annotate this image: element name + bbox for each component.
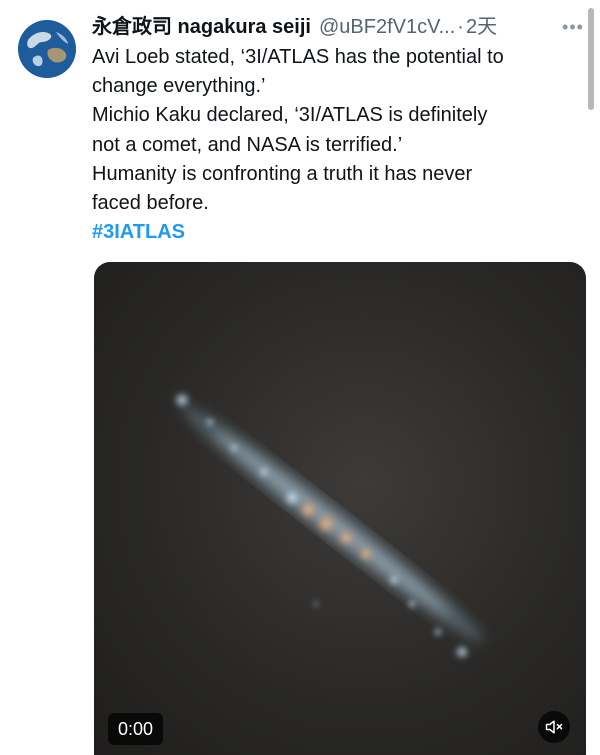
volume-muted-icon[interactable] — [538, 711, 570, 743]
tweet-text-line: faced before. — [92, 192, 209, 215]
separator: · — [457, 16, 464, 38]
timestamp[interactable]: 2天 — [466, 10, 497, 44]
tweet-text-line: Humanity is confronting a truth it has n… — [92, 162, 473, 185]
hashtag-link[interactable]: #3IATLAS — [92, 218, 588, 247]
tweet-text-line: not a comet, and NASA is terrified.’ — [92, 133, 403, 156]
tweet-text-line: Michio Kaku declared, ‘3I/ATLAS is defin… — [92, 104, 488, 127]
scrollbar[interactable] — [588, 8, 594, 110]
avatar[interactable] — [18, 20, 76, 78]
tweet[interactable]: 永倉政司 nagakura seiji @uBF2fV1cV... · 2天 •… — [0, 0, 600, 755]
video-timecode: 0:00 — [108, 713, 164, 745]
tweet-text-line: Avi Loeb stated, ‘3I/ATLAS has the poten… — [92, 46, 504, 68]
video-player[interactable]: 0:00 — [94, 262, 586, 755]
tweet-text: Avi Loeb stated, ‘3I/ATLAS has the poten… — [92, 43, 588, 247]
tweet-header: 永倉政司 nagakura seiji @uBF2fV1cV... · 2天 •… — [92, 10, 587, 44]
display-name[interactable]: 永倉政司 nagakura seiji — [92, 10, 311, 44]
user-handle[interactable]: @uBF2fV1cV... — [319, 10, 455, 44]
more-horizontal-icon[interactable]: ••• — [559, 10, 587, 44]
video-frame — [173, 391, 483, 660]
tweet-text-line: change everything.’ — [92, 75, 266, 98]
